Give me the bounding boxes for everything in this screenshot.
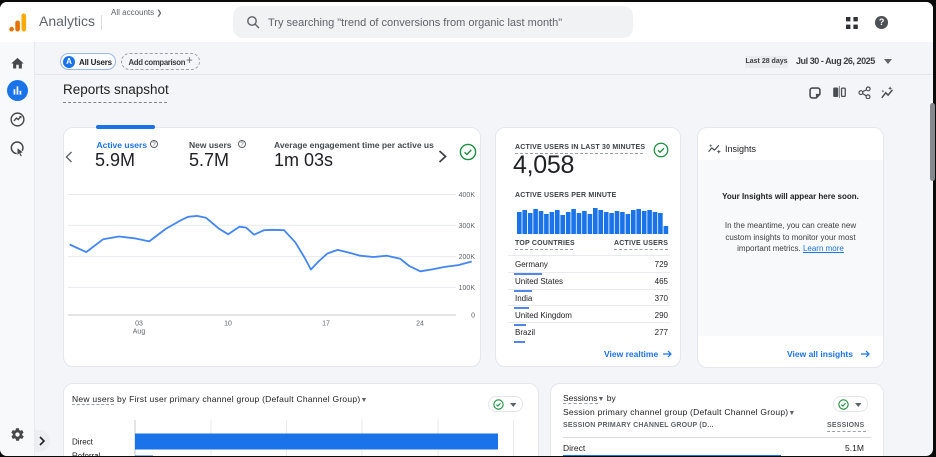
svg-text:200K: 200K — [459, 254, 476, 261]
svg-text:17: 17 — [322, 321, 330, 328]
svg-text:03: 03 — [135, 321, 143, 328]
svg-text:Referral: Referral — [72, 452, 101, 457]
svg-text:300K: 300K — [459, 223, 476, 230]
svg-text:0: 0 — [471, 313, 475, 320]
svg-text:400K: 400K — [459, 192, 476, 199]
svg-text:Direct: Direct — [72, 438, 94, 447]
svg-text:24: 24 — [416, 321, 424, 328]
svg-text:Aug: Aug — [133, 329, 146, 336]
svg-text:10: 10 — [224, 321, 232, 328]
svg-text:100K: 100K — [459, 285, 476, 292]
